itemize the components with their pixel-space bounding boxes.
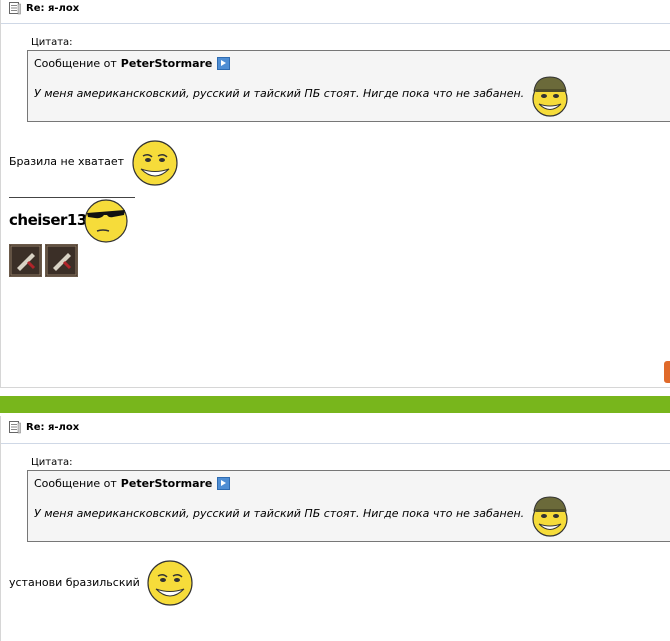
title-divider [1, 23, 670, 24]
signature-text: cheiser13 [9, 211, 87, 229]
quote-text: У меня американскoвский, русский и тайск… [34, 507, 525, 520]
title-divider [1, 443, 670, 444]
quote-header: Сообщение от PeterStormare [34, 477, 231, 490]
troll-smiley-icon [132, 140, 178, 186]
view-post-arrow-icon[interactable] [217, 57, 231, 70]
post-icon [9, 1, 21, 14]
post-title-row: Re: я-лох [9, 419, 79, 435]
award-badge-icon[interactable] [9, 244, 42, 277]
quote-box: Сообщение от PeterStormare У меня америк… [27, 470, 670, 542]
army-smiley-icon [532, 496, 568, 537]
view-post-arrow-icon[interactable] [217, 477, 231, 490]
quote-label: Цитата: [31, 457, 73, 468]
army-smiley-icon [532, 76, 568, 117]
quote-author[interactable]: PeterStormare [121, 57, 213, 70]
post-title: Re: я-лох [26, 2, 80, 14]
quote-author-prefix: Сообщение от [34, 57, 117, 70]
quote-author-prefix: Сообщение от [34, 477, 117, 490]
sunglasses-smiley-icon [84, 199, 128, 243]
quote-header: Сообщение от PeterStormare [34, 57, 231, 70]
quote-box: Сообщение от PeterStormare У меня америк… [27, 50, 670, 122]
post-title: Re: я-лох [26, 421, 80, 433]
quote-text: У меня американскoвский, русский и тайск… [34, 87, 525, 100]
post-icon [9, 420, 21, 433]
forum-post: Re: я-лох Цитата: Сообщение от PeterStor… [0, 0, 670, 388]
forum-post: Re: я-лох Цитата: Сообщение от PeterStor… [0, 416, 670, 641]
quote-label: Цитата: [31, 37, 73, 48]
quote-author[interactable]: PeterStormare [121, 477, 213, 490]
post-title-row: Re: я-лох [9, 0, 79, 16]
post-separator [0, 396, 670, 413]
post-message: Бразила не хватает [9, 155, 125, 168]
report-button[interactable] [664, 361, 670, 383]
award-badge-icon[interactable] [45, 244, 78, 277]
troll-smiley-icon [147, 560, 193, 606]
post-message: установи бразильский [9, 576, 140, 589]
